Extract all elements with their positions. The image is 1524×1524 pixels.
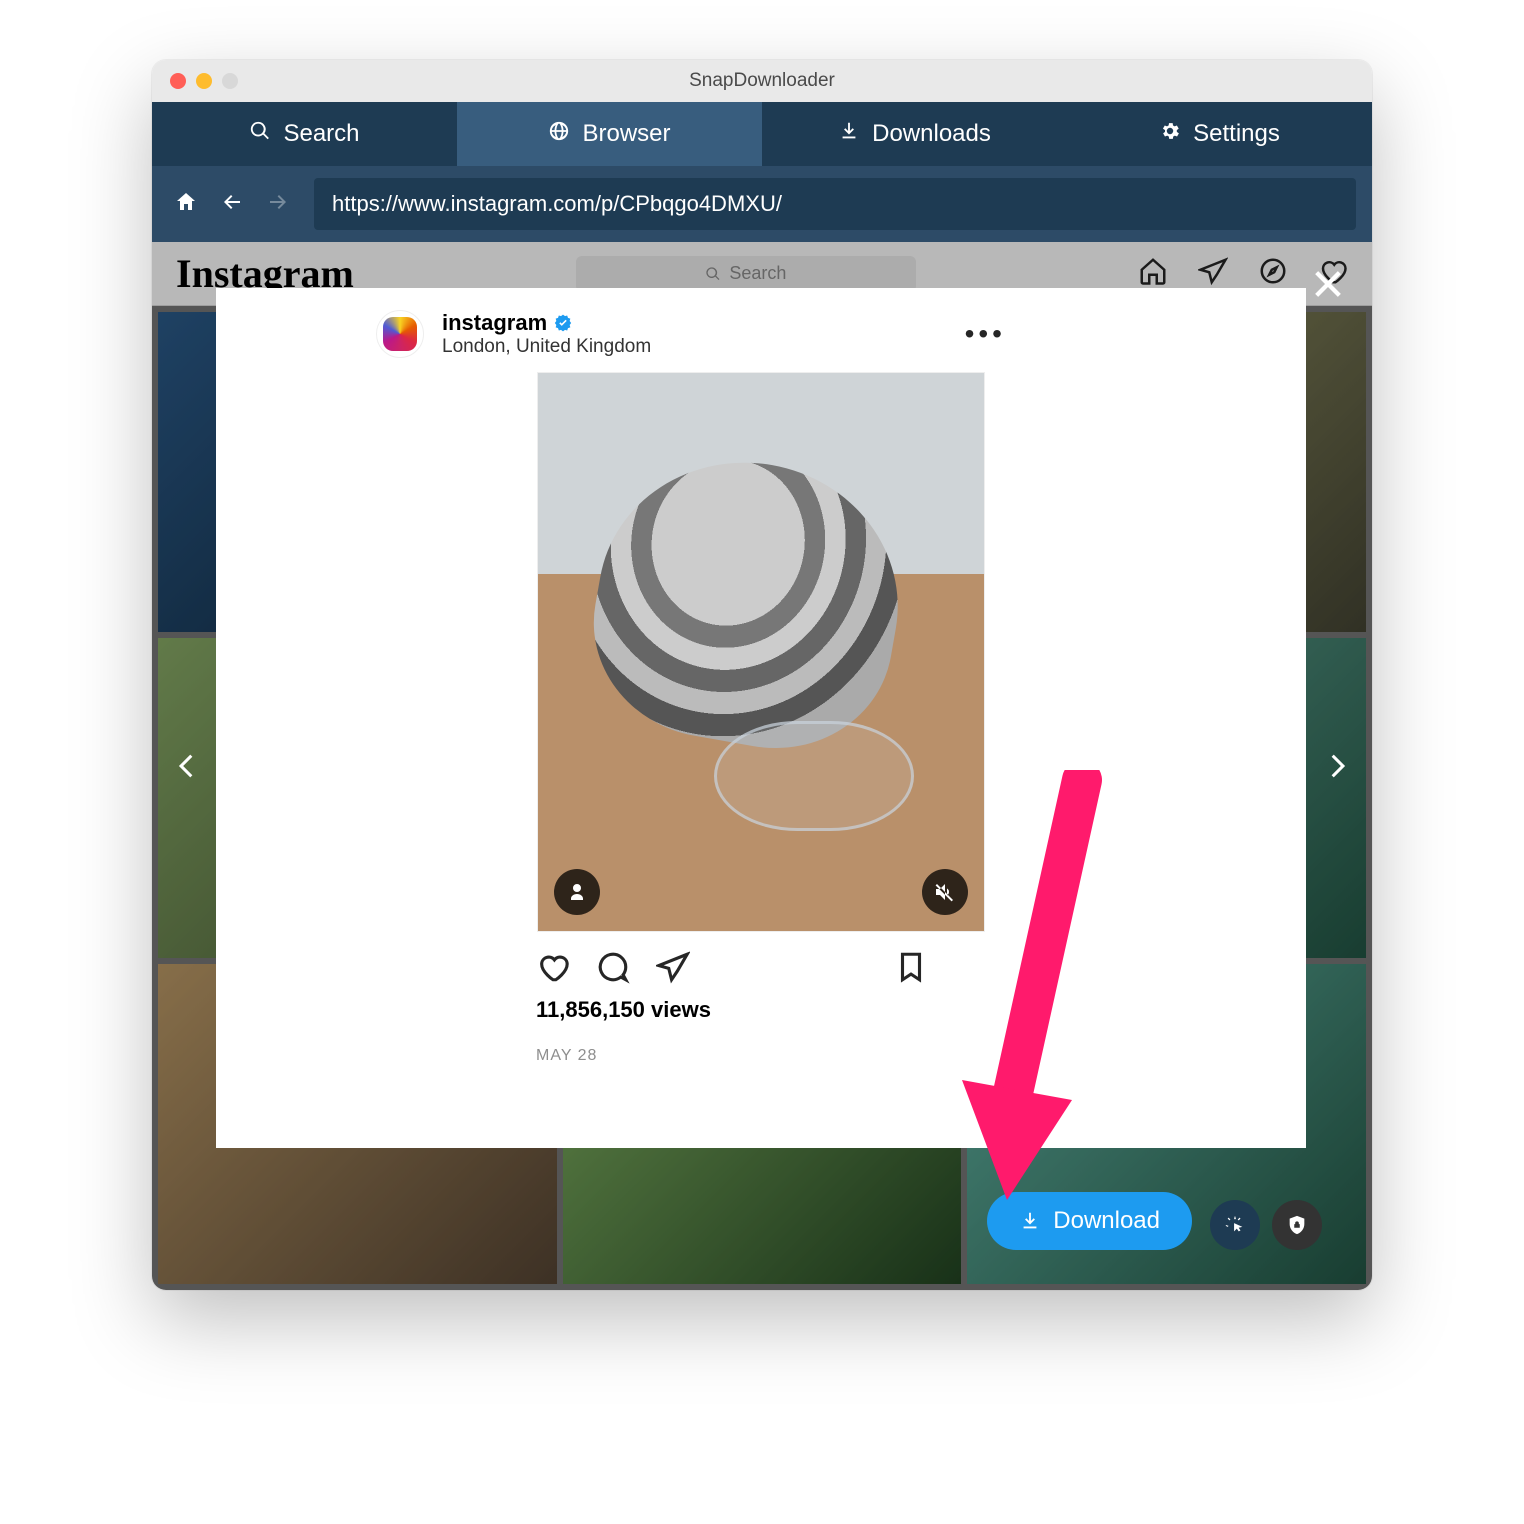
- app-window: SnapDownloader Search Browser Downloads …: [152, 60, 1372, 1290]
- post-location[interactable]: London, United Kingdom: [442, 336, 651, 358]
- verified-badge-icon: [553, 313, 573, 333]
- tab-label: Search: [283, 120, 359, 148]
- close-modal-button[interactable]: [1308, 264, 1348, 304]
- share-button[interactable]: [656, 950, 690, 989]
- close-window-button[interactable]: [170, 73, 186, 89]
- comment-button[interactable]: [596, 950, 630, 989]
- author-avatar[interactable]: [376, 310, 424, 358]
- download-label: Download: [1053, 1207, 1160, 1235]
- window-title: SnapDownloader: [152, 70, 1372, 92]
- browser-content: Instagram Search: [152, 242, 1372, 1290]
- close-icon: [1311, 267, 1345, 301]
- mute-icon: [933, 880, 957, 904]
- vpn-button[interactable]: [1272, 1200, 1322, 1250]
- search-icon: [249, 120, 271, 149]
- download-button[interactable]: Download: [987, 1192, 1192, 1250]
- browser-nav: https://www.instagram.com/p/CPbqgo4DMXU/: [152, 166, 1372, 242]
- post-more-button[interactable]: •••: [965, 318, 1006, 350]
- main-tabs: Search Browser Downloads Settings: [152, 102, 1372, 166]
- person-icon: [565, 880, 589, 904]
- media-photo: [576, 439, 920, 767]
- chevron-right-icon: [1321, 749, 1355, 783]
- zoom-window-button[interactable]: [222, 73, 238, 89]
- mute-button[interactable]: [922, 869, 968, 915]
- url-bar[interactable]: https://www.instagram.com/p/CPbqgo4DMXU/: [314, 178, 1356, 230]
- chevron-left-icon: [169, 749, 203, 783]
- save-button[interactable]: [894, 950, 928, 989]
- next-post-button[interactable]: [1318, 746, 1358, 786]
- tab-settings[interactable]: Settings: [1067, 102, 1372, 166]
- prev-post-button[interactable]: [166, 746, 206, 786]
- tab-downloads[interactable]: Downloads: [762, 102, 1067, 166]
- download-icon: [838, 120, 860, 149]
- tab-label: Downloads: [872, 120, 991, 148]
- tagged-people-button[interactable]: [554, 869, 600, 915]
- share-icon: [656, 950, 690, 984]
- author-username[interactable]: instagram: [442, 310, 547, 336]
- view-count: 11,856,150 views: [536, 997, 711, 1047]
- tab-browser[interactable]: Browser: [457, 102, 762, 166]
- globe-icon: [548, 120, 570, 149]
- minimize-window-button[interactable]: [196, 73, 212, 89]
- shield-lock-icon: [1286, 1214, 1308, 1236]
- back-button[interactable]: [220, 190, 244, 219]
- titlebar: SnapDownloader: [152, 60, 1372, 102]
- forward-button[interactable]: [266, 190, 290, 219]
- home-button[interactable]: [174, 190, 198, 219]
- heart-icon: [536, 950, 570, 984]
- tab-label: Settings: [1193, 120, 1280, 148]
- smart-mode-button[interactable]: [1210, 1200, 1260, 1250]
- bookmark-icon: [894, 950, 928, 984]
- post-date: MAY 28: [536, 1047, 597, 1065]
- like-button[interactable]: [536, 950, 570, 989]
- cursor-click-icon: [1224, 1214, 1246, 1236]
- comment-icon: [596, 950, 630, 984]
- tab-label: Browser: [582, 120, 670, 148]
- gear-icon: [1159, 120, 1181, 149]
- tab-search[interactable]: Search: [152, 102, 457, 166]
- url-text: https://www.instagram.com/p/CPbqgo4DMXU/: [332, 191, 782, 217]
- post-modal: instagram London, United Kingdom •••: [216, 288, 1306, 1148]
- download-icon: [1019, 1210, 1041, 1232]
- post-media[interactable]: [537, 372, 985, 932]
